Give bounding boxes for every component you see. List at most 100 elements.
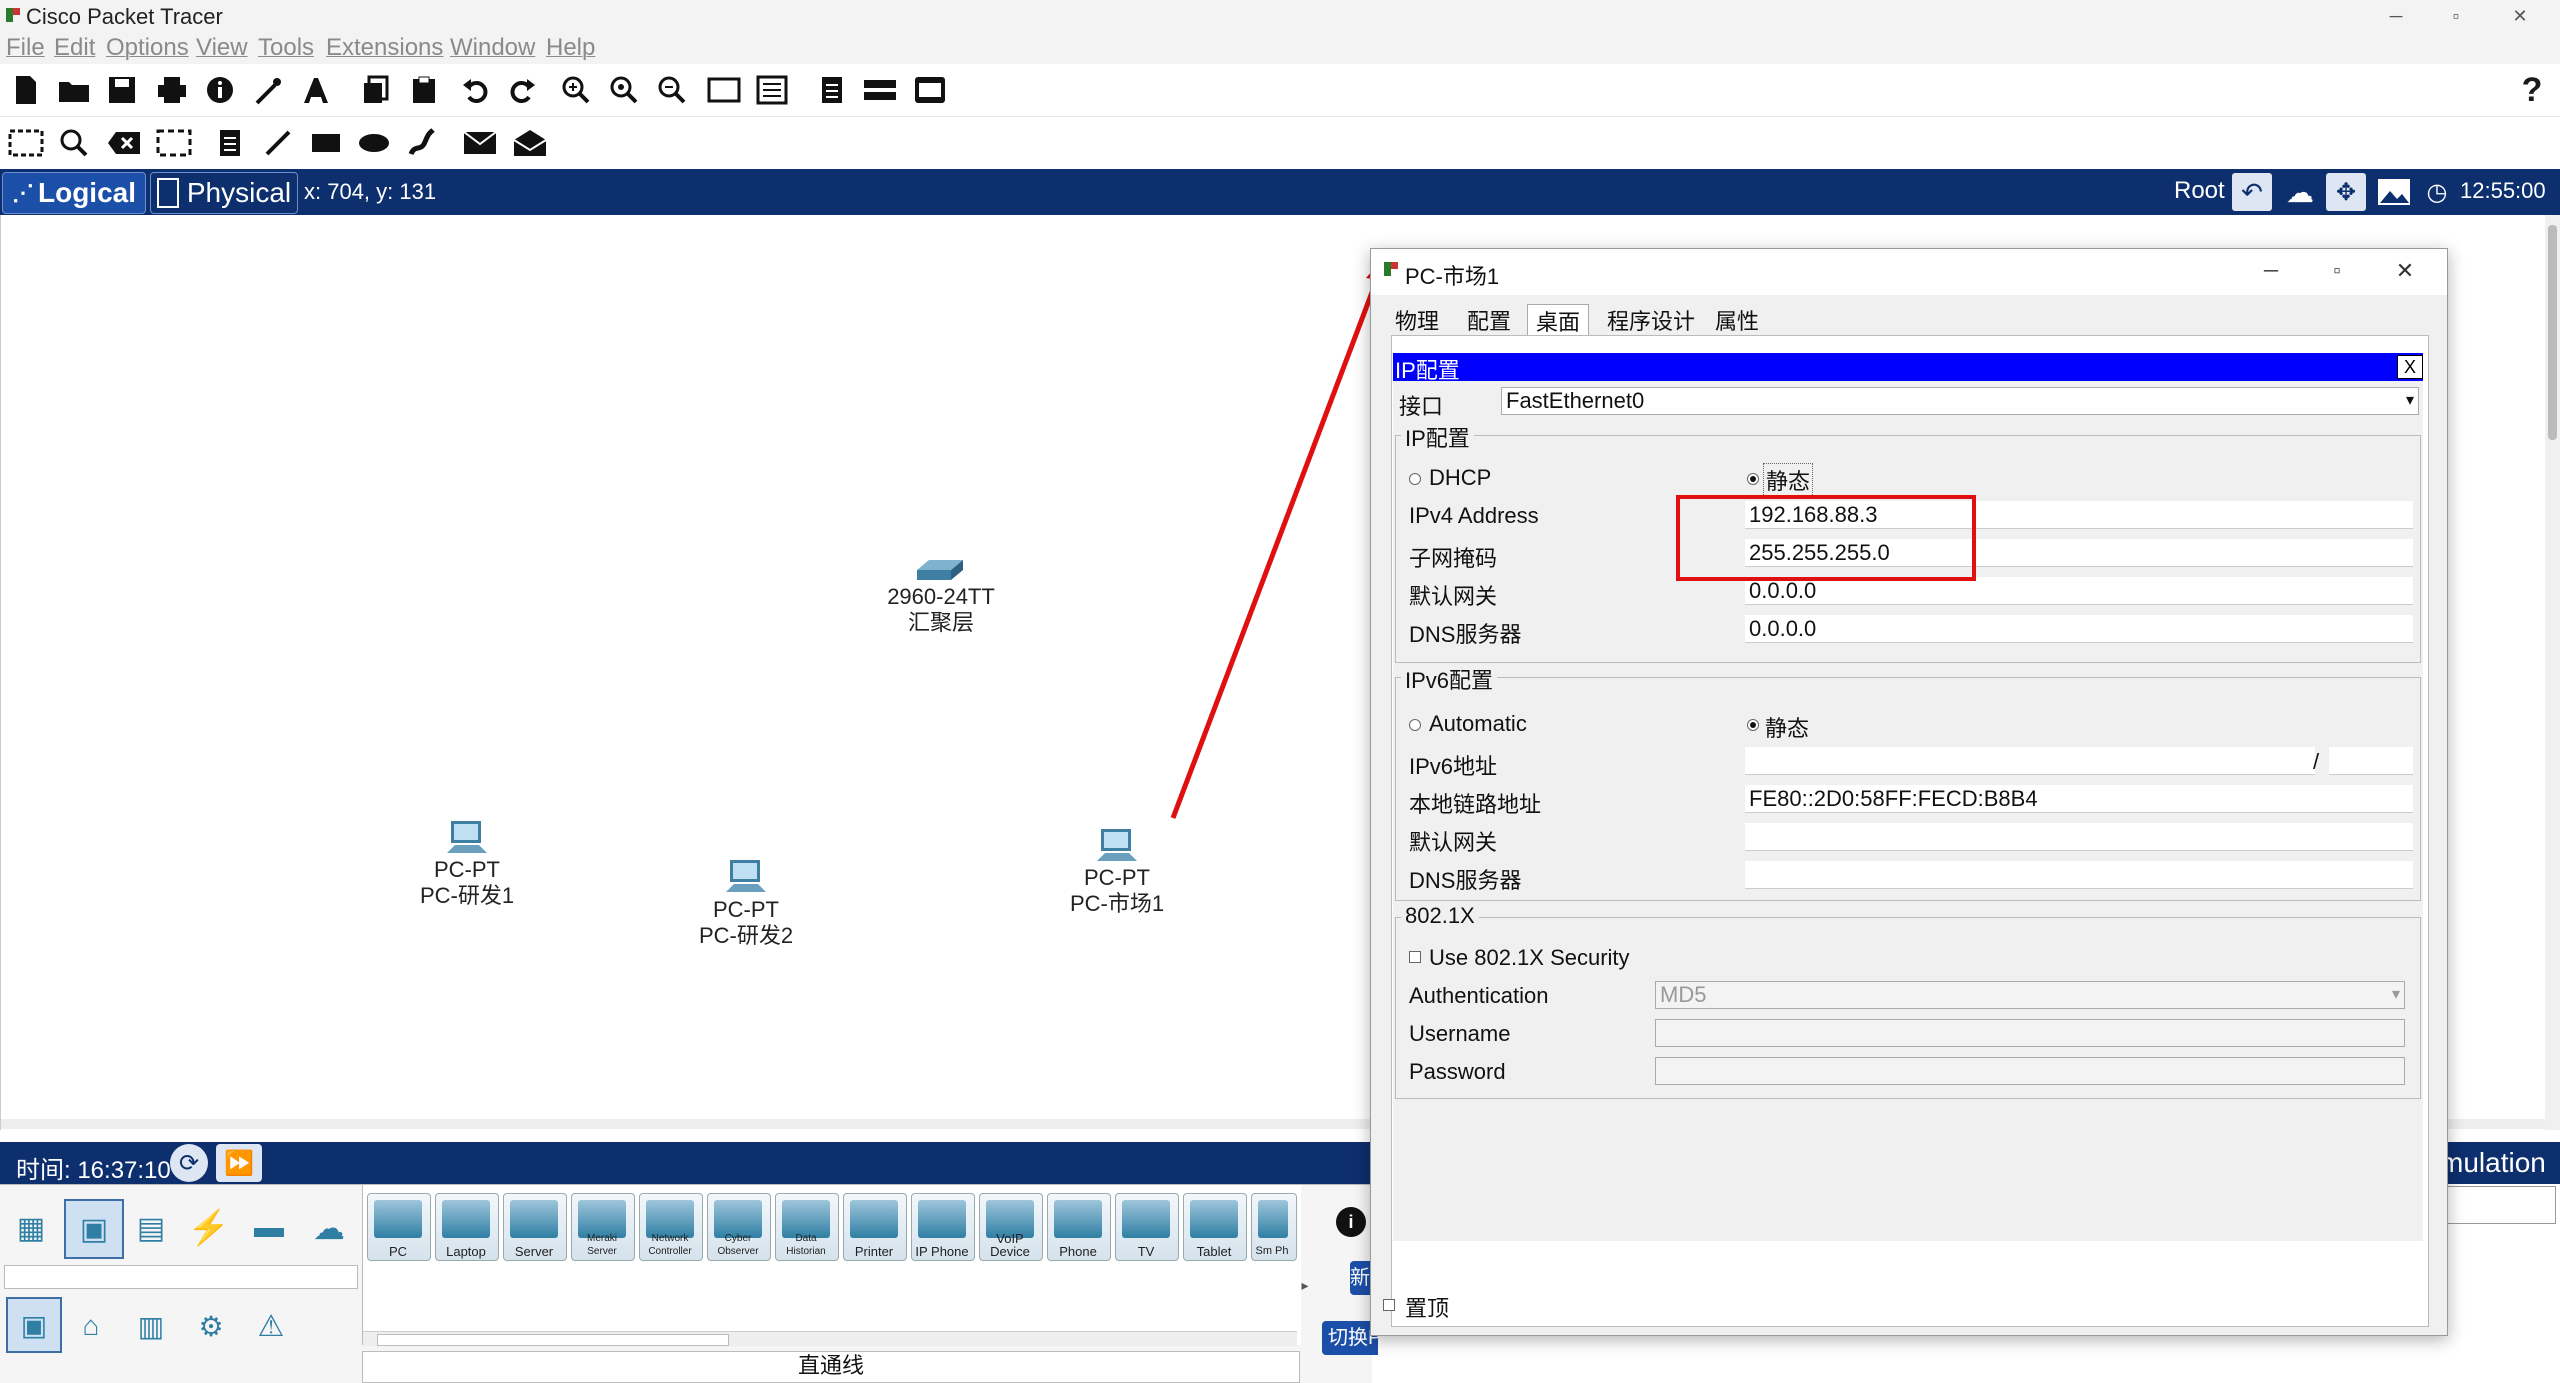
network-devices-icon[interactable]: ▦ (6, 1205, 56, 1251)
device-type-label: PC (388, 1244, 408, 1259)
default-gateway-input[interactable] (1745, 577, 2413, 605)
device-laptop-button[interactable]: Laptop (435, 1193, 499, 1261)
device-cyber-observer-button[interactable]: Cyber Observer (707, 1193, 771, 1261)
device-list-scroll-thumb[interactable] (377, 1334, 729, 1346)
device-list: PC Laptop Server Meraki Server Network C… (362, 1185, 1301, 1346)
ip-phone-icon (918, 1200, 966, 1238)
device-data-historian-button[interactable]: Data Historian (775, 1193, 839, 1261)
home-icon[interactable]: ⌂ (66, 1303, 116, 1349)
link-local-input[interactable] (1745, 785, 2413, 813)
ipv4-group-title: IP配置 (1401, 421, 1474, 453)
simulation-mode-tab[interactable]: mulation (2440, 1142, 2560, 1184)
industrial-icon[interactable]: ⚙ (186, 1303, 236, 1349)
realtime-info-icon[interactable]: i (1336, 1207, 1366, 1237)
device-ip-phone-button[interactable]: IP Phone (911, 1193, 975, 1261)
dhcp-radio[interactable] (1409, 473, 1421, 485)
new-scenario-button[interactable]: 新 (1350, 1261, 1372, 1295)
laptop-icon (442, 1200, 490, 1238)
device-server-button[interactable]: Server (503, 1193, 567, 1261)
ipv6-static-label: 静态 (1765, 716, 1810, 741)
device-type-label: Network Controller (648, 1233, 692, 1257)
miscellaneous-icon[interactable]: ▬ (244, 1205, 294, 1251)
dialog-title: PC-市场1 (1405, 264, 1500, 289)
authentication-value: MD5 (1660, 982, 1707, 1007)
end-device-subcategory-icon[interactable]: ▣ (6, 1297, 62, 1353)
power-grid-icon[interactable]: ⚠ (246, 1303, 296, 1349)
ipv6-auto-label: Automatic (1429, 711, 1527, 736)
device-tablet-button[interactable]: Tablet (1183, 1193, 1247, 1261)
static-radio[interactable] (1747, 473, 1759, 485)
components-icon[interactable]: ▤ (126, 1205, 176, 1251)
dialog-app-icon (1383, 261, 1399, 277)
device-type-label: Printer (854, 1244, 894, 1259)
dropdown-arrow-icon: ▾ (2391, 986, 2400, 1003)
scenario-panel-box[interactable] (2446, 1186, 2556, 1224)
device-pc-button[interactable]: PC (367, 1193, 431, 1261)
tab-attributes[interactable]: 属性 (1715, 304, 1759, 336)
dns-server-input[interactable] (1745, 615, 2413, 643)
device-type-label: Laptop (446, 1244, 486, 1259)
ip-config-title: IP配置 (1395, 358, 1460, 383)
device-type-label: IP Phone (915, 1244, 969, 1259)
device-type-label: Sm Ph (1255, 1245, 1289, 1257)
category-search[interactable] (4, 1265, 358, 1289)
interface-label: 接口 (1399, 394, 1444, 419)
multiuser-icon[interactable]: ☁ (304, 1205, 354, 1251)
ip-config-header: IP配置 X (1393, 353, 2423, 383)
ipv6-dns-label: DNS服务器 (1409, 868, 1522, 893)
server-icon (510, 1200, 558, 1238)
connection-type-label: 直通线 (362, 1351, 1300, 1383)
device-network-controller-button[interactable]: Network Controller (639, 1193, 703, 1261)
authentication-select[interactable]: MD5 ▾ (1655, 981, 2405, 1009)
device-tv-button[interactable]: TV (1115, 1193, 1179, 1261)
device-phone-button[interactable]: Phone (1047, 1193, 1111, 1261)
use-dot1x-checkbox[interactable] (1409, 951, 1421, 963)
dropdown-arrow-icon: ▾ (2405, 392, 2414, 409)
dialog-minimize-button[interactable]: ─ (2251, 255, 2291, 287)
device-meraki-server-button[interactable]: Meraki Server (571, 1193, 635, 1261)
ipv6-address-input[interactable] (1745, 747, 2315, 775)
dns-server-label: DNS服务器 (1409, 622, 1522, 647)
panel-splitter-arrow-icon[interactable]: ▸ (1300, 1275, 1310, 1295)
tab-config[interactable]: 配置 (1467, 304, 1511, 336)
phone-icon (1054, 1200, 1102, 1238)
use-dot1x-label: Use 802.1X Security (1429, 945, 1630, 970)
smart-city-icon[interactable]: ▥ (126, 1303, 176, 1349)
device-type-label: Server (514, 1244, 554, 1259)
tab-programming[interactable]: 程序设计 (1607, 304, 1695, 336)
tablet-icon (1190, 1200, 1238, 1238)
device-voip-button[interactable]: VoIP Device (979, 1193, 1043, 1261)
ipv6-gateway-input[interactable] (1745, 823, 2413, 851)
dialog-maximize-button[interactable]: ▫ (2317, 255, 2357, 287)
device-type-label: VoIP Device (990, 1231, 1030, 1259)
end-devices-icon[interactable]: ▣ (64, 1199, 124, 1259)
ip-config-close-button[interactable]: X (2397, 355, 2423, 379)
ipv6-prefix-input[interactable] (2329, 747, 2413, 775)
dot1x-group-title: 802.1X (1401, 903, 1479, 929)
device-list-scrollbar[interactable] (363, 1331, 1297, 1346)
device-smartphone-button[interactable]: Sm Ph (1251, 1193, 1297, 1261)
sim-time: 时间: 16:37:10 (16, 1157, 171, 1184)
ipv6-auto-radio[interactable] (1409, 719, 1421, 731)
highlight-box (1676, 495, 1976, 581)
pin-checkbox[interactable] (1383, 1299, 1395, 1311)
dialog-close-button[interactable]: ✕ (2385, 255, 2425, 287)
device-printer-button[interactable]: Printer (843, 1193, 907, 1261)
username-input[interactable] (1655, 1019, 2405, 1047)
dialog-title-bar: PC-市场1 ─ ▫ ✕ (1371, 249, 2447, 295)
device-type-label: Data Historian (786, 1233, 826, 1257)
ipv6-dns-input[interactable] (1745, 861, 2413, 889)
connections-icon[interactable]: ⚡ (184, 1205, 234, 1251)
subnet-mask-label: 子网掩码 (1409, 546, 1498, 571)
power-cycle-icon[interactable]: ⟳ (170, 1144, 208, 1182)
fast-forward-icon[interactable]: ⏩ (216, 1144, 262, 1182)
device-type-label: Meraki Server (586, 1233, 617, 1257)
tab-physical-device[interactable]: 物理 (1395, 304, 1439, 336)
ipv6-static-radio[interactable] (1747, 719, 1759, 731)
tv-icon (1122, 1200, 1170, 1238)
device-type-label: TV (1137, 1244, 1155, 1259)
interface-select[interactable]: FastEthernet0 ▾ (1501, 387, 2419, 415)
dhcp-label: DHCP (1429, 465, 1492, 490)
username-label: Username (1409, 1021, 1511, 1046)
password-input[interactable] (1655, 1057, 2405, 1085)
